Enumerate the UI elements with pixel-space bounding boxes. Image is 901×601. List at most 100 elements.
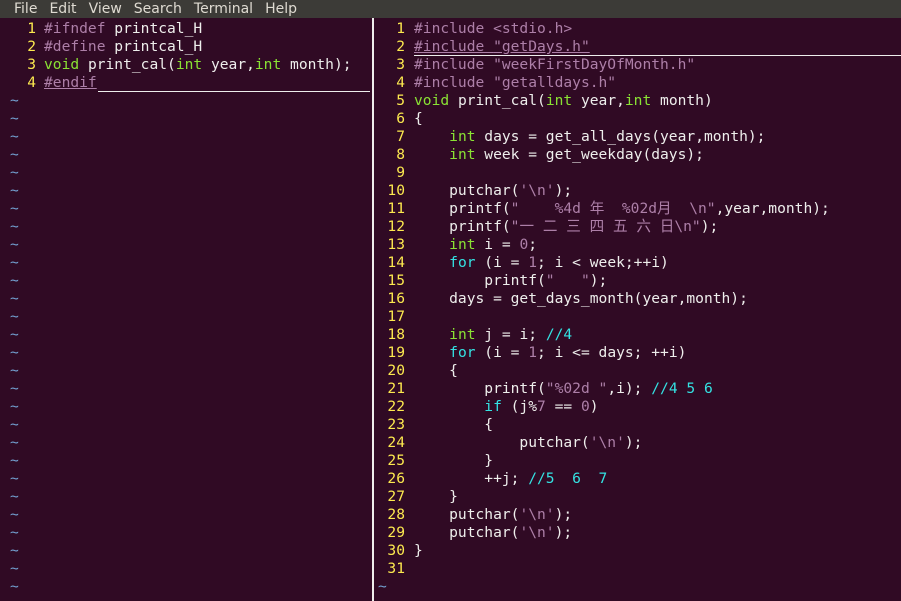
menu-help[interactable]: Help bbox=[265, 0, 297, 18]
code-line[interactable]: 8 int week = get_weekday(days); bbox=[378, 146, 901, 164]
empty-buffer-line: ~ bbox=[0, 164, 370, 182]
code-line[interactable]: 13 int i = 0; bbox=[378, 236, 901, 254]
code-line[interactable]: 20 { bbox=[378, 362, 901, 380]
code-line[interactable]: 1 #include <stdio.h> bbox=[378, 20, 901, 38]
code-token: void bbox=[414, 92, 450, 109]
line-number: 16 bbox=[387, 290, 405, 307]
code-token: 1 bbox=[528, 344, 538, 361]
empty-buffer-line: ~ bbox=[0, 326, 370, 344]
line-number: 13 bbox=[387, 236, 405, 253]
empty-buffer-line: ~ bbox=[0, 254, 370, 272]
editor-pane-left[interactable]: 1 #ifndef printcal_H 2 #define printcal_H 3 v… bbox=[0, 20, 370, 601]
tilde-marker: ~ bbox=[10, 182, 19, 199]
code-line[interactable]: 19 for (i = 1; i <= days; ++i) bbox=[378, 344, 901, 362]
code-token: printcal_H bbox=[114, 38, 203, 55]
tilde-marker: ~ bbox=[10, 164, 19, 181]
code-token: ); bbox=[554, 182, 573, 199]
code-token: month) bbox=[651, 92, 713, 109]
code-token: int bbox=[449, 236, 476, 253]
code-token: int bbox=[624, 92, 652, 109]
line-number: 22 bbox=[387, 398, 405, 415]
empty-buffer-line: ~ bbox=[0, 506, 370, 524]
line-number: 26 bbox=[387, 470, 405, 487]
code-line[interactable]: 3 void print_cal(int year,int month); bbox=[0, 56, 370, 74]
code-line[interactable]: 11 printf(" %4d 年 %02d月 \n",year,month); bbox=[378, 200, 901, 218]
tilde-marker: ~ bbox=[10, 128, 19, 145]
code-line[interactable]: 12 printf("一 二 三 四 五 六 日\n"); bbox=[378, 218, 901, 236]
tilde-marker: ~ bbox=[10, 542, 19, 559]
code-token: "一 二 三 四 五 六 日\n" bbox=[510, 218, 701, 235]
editor-pane-right[interactable]: 1 #include <stdio.h> 2 #include "getDays.h"… bbox=[378, 20, 901, 601]
empty-buffer-line: ~ bbox=[0, 146, 370, 164]
code-token: '\n' bbox=[519, 524, 555, 541]
code-token: ); bbox=[700, 218, 719, 235]
code-line[interactable]: 29 putchar('\n'); bbox=[378, 524, 901, 542]
empty-buffer-line: ~ bbox=[0, 200, 370, 218]
menu-terminal[interactable]: Terminal bbox=[194, 0, 253, 18]
menu-search[interactable]: Search bbox=[134, 0, 182, 18]
code-token: (i = bbox=[475, 344, 529, 361]
menu-file[interactable]: File bbox=[14, 0, 37, 18]
code-token: year, bbox=[202, 56, 255, 73]
code-token: i = bbox=[475, 236, 520, 253]
tilde-marker: ~ bbox=[10, 272, 19, 289]
line-number: 3 bbox=[27, 56, 36, 73]
code-line[interactable]: 27 } bbox=[378, 488, 901, 506]
code-token: #endif bbox=[44, 74, 97, 91]
code-token: printcal_H bbox=[114, 20, 203, 37]
menu-bar: File Edit View Search Terminal Help bbox=[0, 0, 901, 18]
code-line[interactable]: 4 #include "getalldays.h" bbox=[378, 74, 901, 92]
code-line[interactable]: 10 putchar('\n'); bbox=[378, 182, 901, 200]
code-token: putchar( bbox=[414, 182, 520, 199]
code-line[interactable]: 14 for (i = 1; i < week;++i) bbox=[378, 254, 901, 272]
line-number: 11 bbox=[387, 200, 405, 217]
code-line[interactable]: 22 if (j%7 == 0) bbox=[378, 398, 901, 416]
code-line[interactable]: 31 bbox=[378, 560, 901, 578]
code-line[interactable]: 5 void print_cal(int year,int month) bbox=[378, 92, 901, 110]
menu-edit[interactable]: Edit bbox=[49, 0, 76, 18]
tilde-marker: ~ bbox=[10, 488, 19, 505]
menu-view[interactable]: View bbox=[89, 0, 122, 18]
code-token: if bbox=[484, 398, 502, 415]
code-line[interactable]: 18 int j = i; //4 bbox=[378, 326, 901, 344]
code-line[interactable]: 30} bbox=[378, 542, 901, 560]
code-line[interactable]: 25 } bbox=[378, 452, 901, 470]
code-token: //4 5 6 bbox=[651, 380, 713, 397]
code-line[interactable]: 16 days = get_days_month(year,month); bbox=[378, 290, 901, 308]
code-line[interactable]: 17 bbox=[378, 308, 901, 326]
code-line[interactable]: 3 #include "weekFirstDayOfMonth.h" bbox=[378, 56, 901, 74]
tilde-marker: ~ bbox=[10, 452, 19, 469]
tilde-marker: ~ bbox=[10, 434, 19, 451]
code-token: //5 6 7 bbox=[528, 470, 608, 487]
code-line[interactable]: 2 #define printcal_H bbox=[0, 38, 370, 56]
empty-buffer-line: ~ bbox=[0, 92, 370, 110]
code-token: <stdio.h> bbox=[493, 20, 573, 37]
tilde-marker: ~ bbox=[10, 416, 19, 433]
code-line[interactable]: 24 putchar('\n'); bbox=[378, 434, 901, 452]
code-line[interactable]: 2 #include "getDays.h" bbox=[378, 38, 901, 56]
code-line[interactable]: 6{ bbox=[378, 110, 901, 128]
code-token: "getalldays.h" bbox=[493, 74, 617, 91]
code-line[interactable]: 23 { bbox=[378, 416, 901, 434]
empty-buffer-line: ~ bbox=[0, 308, 370, 326]
code-line[interactable]: 4 #endif bbox=[0, 74, 370, 92]
vertical-split-divider[interactable] bbox=[370, 18, 378, 601]
code-line[interactable]: 15 printf(" "); bbox=[378, 272, 901, 290]
code-line[interactable]: 9 bbox=[378, 164, 901, 182]
line-number: 19 bbox=[387, 344, 405, 361]
code-token: } bbox=[414, 488, 458, 505]
code-token: for bbox=[449, 344, 476, 361]
code-token: { bbox=[414, 362, 458, 379]
code-token: putchar( bbox=[414, 506, 520, 523]
code-token: #define bbox=[44, 38, 115, 55]
code-line[interactable]: 1 #ifndef printcal_H bbox=[0, 20, 370, 38]
code-line[interactable]: 26 ++j; //5 6 7 bbox=[378, 470, 901, 488]
line-number: 18 bbox=[387, 326, 405, 343]
tilde-marker: ~ bbox=[10, 398, 19, 415]
code-line[interactable]: 21 printf("%02d ",i); //4 5 6 bbox=[378, 380, 901, 398]
code-line[interactable]: 7 int days = get_all_days(year,month); bbox=[378, 128, 901, 146]
line-number: 17 bbox=[387, 308, 405, 325]
line-number: 24 bbox=[387, 434, 405, 451]
code-line[interactable]: 28 putchar('\n'); bbox=[378, 506, 901, 524]
